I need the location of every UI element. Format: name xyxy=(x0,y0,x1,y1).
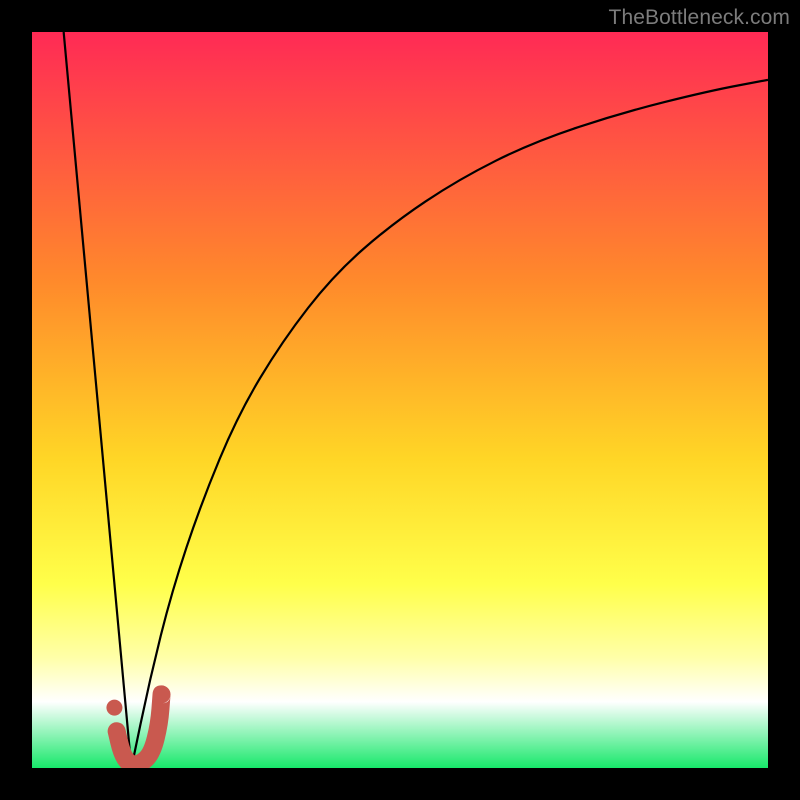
gradient-background xyxy=(32,32,768,768)
chart-frame: TheBottleneck.com xyxy=(0,0,800,800)
plot-svg xyxy=(32,32,768,768)
highlight-dot xyxy=(106,700,122,716)
plot-area xyxy=(32,32,768,768)
attribution-text: TheBottleneck.com xyxy=(609,6,790,30)
